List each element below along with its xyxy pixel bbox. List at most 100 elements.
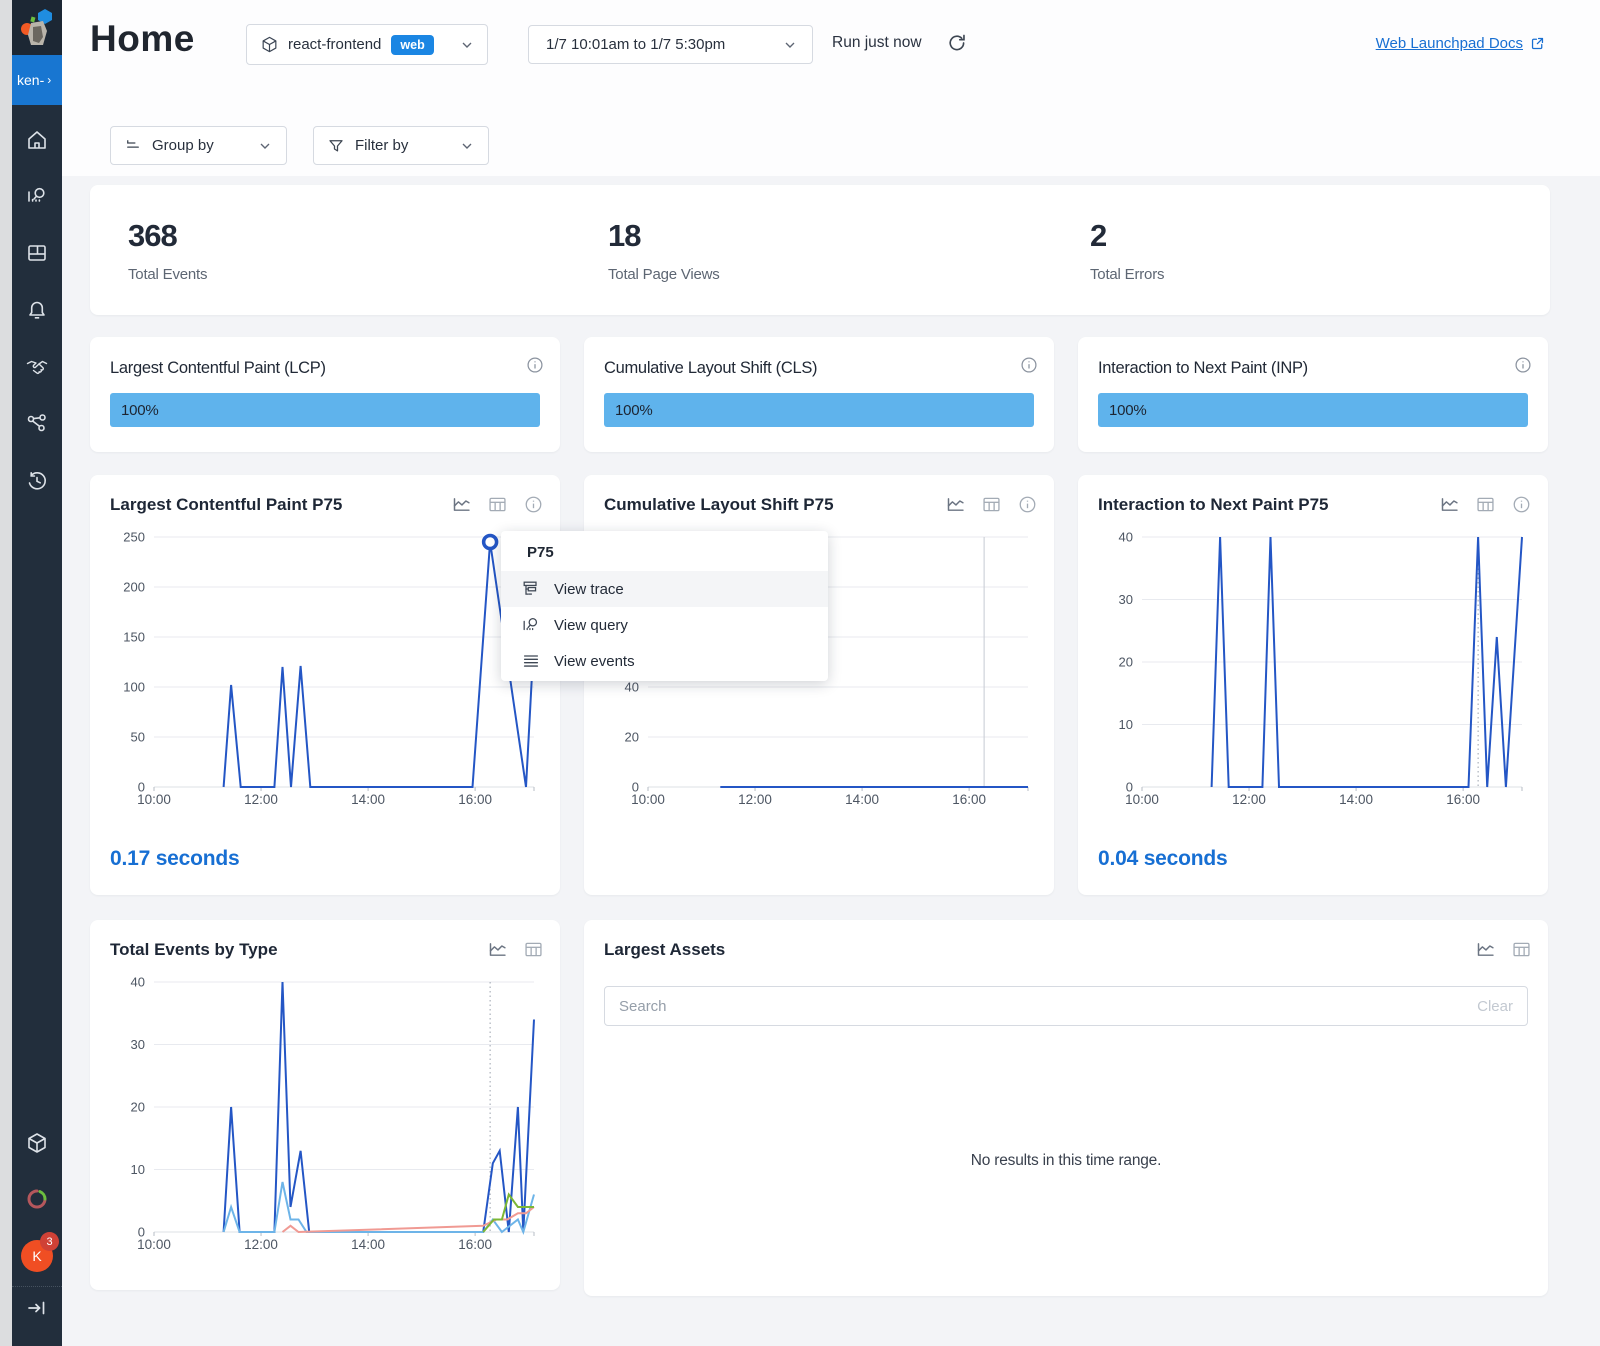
svg-text:250: 250 [123,530,145,545]
inp-p75-card: Interaction to Next Paint P75 0102030401… [1078,475,1548,895]
assets-search: Clear [604,986,1528,1026]
search-input[interactable] [605,998,1477,1015]
sidebar-item-connections[interactable] [25,412,49,436]
chart-title: Interaction to Next Paint P75 [1098,495,1329,515]
stat-label: Total Page Views [608,266,720,283]
info-icon[interactable] [523,494,544,515]
inp-vital-card: Interaction to Next Paint (INP) 100% [1078,337,1548,452]
external-link-icon [1529,35,1546,52]
svg-text:14:00: 14:00 [351,1237,385,1252]
svg-text:12:00: 12:00 [1232,792,1266,807]
line-chart-view-icon[interactable] [451,494,472,515]
line-chart-view-icon[interactable] [487,939,508,960]
vital-title: Cumulative Layout Shift (CLS) [604,359,817,378]
line-chart-view-icon[interactable] [1475,939,1496,960]
table-view-icon[interactable] [981,494,1002,515]
table-view-icon[interactable] [523,939,544,960]
info-icon[interactable] [1511,494,1532,515]
sidebar-item-partners[interactable] [25,355,49,379]
sumo-mascot-logo-icon [19,7,55,49]
svg-text:14:00: 14:00 [1339,792,1373,807]
info-icon[interactable] [1513,355,1533,375]
chevron-right-icon: › [47,73,51,87]
sidebar: ken- › K 3 [12,0,62,1346]
trace-icon [521,579,541,599]
total-events-by-type-card: Total Events by Type 01020304010:0012:00… [90,920,560,1290]
svg-text:30: 30 [131,1037,145,1052]
svg-text:10: 10 [1119,717,1133,732]
svg-text:200: 200 [123,580,145,595]
sidebar-expand-button[interactable] [25,1296,49,1320]
refresh-button[interactable] [946,32,968,54]
largest-assets-card: Largest Assets Clear No results in this … [584,920,1548,1296]
info-icon[interactable] [1017,494,1038,515]
cls-vital-card: Cumulative Layout Shift (CLS) 100% [584,337,1054,452]
time-range-picker[interactable]: 1/7 10:01am to 1/7 5:30pm [528,25,813,64]
expand-arrow-icon [25,1296,49,1320]
vital-title: Largest Contentful Paint (LCP) [110,359,326,378]
stat-value: 18 [608,218,720,254]
total-events-by-type-chart[interactable]: 01020304010:0012:0014:0016:00 [106,972,544,1262]
desktop-edge-strip [0,0,12,1346]
sidebar-item-history[interactable] [25,469,49,493]
sidebar-item-home[interactable] [25,128,49,152]
sidebar-item-workspace[interactable]: ken- › [12,55,62,105]
app-selector-value: react-frontend [288,36,381,53]
info-icon[interactable] [1019,355,1039,375]
group-by-dropdown[interactable]: Group by [110,126,287,165]
menu-item-label: View events [554,653,635,670]
line-chart-view-icon[interactable] [945,494,966,515]
app-selector[interactable]: react-frontend web [246,24,488,65]
sidebar-item-dashboards[interactable] [25,241,49,265]
table-view-icon[interactable] [1511,939,1532,960]
log-search-icon [25,184,49,208]
svg-text:10:00: 10:00 [1125,792,1159,807]
svg-text:40: 40 [625,680,639,695]
svg-text:14:00: 14:00 [845,792,879,807]
table-view-icon[interactable] [1475,494,1496,515]
svg-text:10:00: 10:00 [137,1237,171,1252]
menu-item-view-events[interactable]: View events [501,643,828,679]
cube-icon [260,35,279,54]
lcp-vital-card: Largest Contentful Paint (LCP) 100% [90,337,560,452]
svg-text:10: 10 [131,1162,145,1177]
sidebar-divider [12,1286,62,1287]
filter-by-dropdown[interactable]: Filter by [313,126,489,165]
svg-text:20: 20 [1119,655,1133,670]
inp-p75-chart[interactable]: 01020304010:0012:0014:0016:00 [1094,527,1532,817]
empty-results-message: No results in this time range. [584,1152,1548,1170]
menu-item-label: View query [554,617,628,634]
events-list-icon [521,651,541,671]
menu-item-view-trace[interactable]: View trace [501,571,828,607]
handshake-icon [25,355,49,379]
sidebar-item-alerts[interactable] [25,298,49,322]
svg-text:100: 100 [123,680,145,695]
info-icon[interactable] [525,355,545,375]
dashboards-icon [25,241,49,265]
workspace-label: ken- [17,72,44,88]
filter-icon [327,137,345,155]
user-avatar[interactable]: K 3 [21,1240,53,1272]
lcp-p75-chart[interactable]: 05010015020025010:0012:0014:0016:00 [106,527,544,817]
datapoint-context-menu: P75 View trace View query View events [501,531,828,681]
sidebar-item-log-search[interactable] [25,184,49,208]
summary-stats-card: 368 Total Events 18 Total Page Views 2 T… [90,185,1550,315]
context-menu-title: P75 [501,531,828,571]
svg-text:20: 20 [625,730,639,745]
svg-text:14:00: 14:00 [351,792,385,807]
line-chart-view-icon[interactable] [1439,494,1460,515]
sidebar-item-package[interactable] [25,1131,49,1155]
run-status-label: Run just now [832,34,922,52]
docs-link[interactable]: Web Launchpad Docs [1376,35,1546,52]
avatar-initial: K [32,1248,41,1264]
chevron-down-icon [459,37,475,53]
stat-value: 2 [1090,218,1164,254]
app-logo[interactable] [12,0,62,55]
app-type-badge: web [391,35,433,55]
clear-search-button[interactable]: Clear [1477,998,1527,1015]
chart-title: Largest Contentful Paint P75 [110,495,342,515]
menu-item-view-query[interactable]: View query [501,607,828,643]
sidebar-item-usage[interactable] [25,1187,49,1211]
table-view-icon[interactable] [487,494,508,515]
home-icon [25,128,49,152]
